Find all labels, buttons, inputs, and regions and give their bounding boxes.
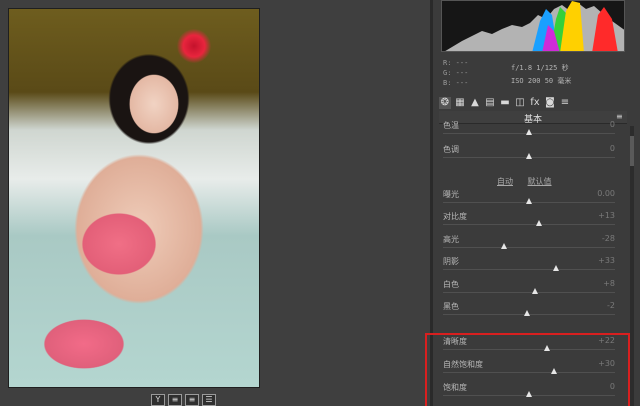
slider-value[interactable]: -28 (602, 234, 615, 243)
slider-label: 色温 (443, 121, 459, 130)
slider-track[interactable] (443, 292, 615, 293)
exposure-info: f/1.8 1/125 秒 (511, 64, 569, 72)
slider-shadows[interactable]: 阴影 +33 (443, 256, 615, 276)
auto-link[interactable]: 自动 (497, 177, 513, 186)
slider-knob[interactable] (523, 310, 530, 316)
scrollbar-thumb[interactable] (630, 136, 634, 166)
image-canvas[interactable]: Y ≡ ≡ ☰ (0, 0, 430, 406)
canvas-bottom-toolbar: Y ≡ ≡ ☰ (151, 394, 216, 406)
r-value: R: --- (443, 59, 469, 67)
slider-label: 曝光 (443, 190, 459, 199)
slider-knob[interactable] (535, 220, 542, 226)
panel-scrollbar[interactable] (630, 126, 634, 406)
photo-preview[interactable] (8, 8, 260, 388)
view-toggle-button[interactable]: Y (151, 394, 165, 406)
slider-highlights[interactable]: 高光 -28 (443, 234, 615, 254)
hsl-tab-icon[interactable]: ▤ (484, 97, 496, 109)
slider-temperature[interactable]: 色温 0 (443, 120, 615, 140)
slider-value[interactable]: 0 (610, 120, 615, 129)
camera-calibration-tab-icon[interactable]: ◙ (544, 97, 556, 109)
iso-info: ISO 200 50 毫米 (511, 77, 572, 85)
slider-blacks[interactable]: 黑色 -2 (443, 301, 615, 321)
slider-label: 色调 (443, 145, 459, 154)
default-link[interactable]: 默认值 (528, 177, 552, 186)
lens-tab-icon[interactable]: ◫ (514, 97, 526, 109)
slider-label: 白色 (443, 280, 459, 289)
highlight-box (425, 333, 630, 406)
slider-knob[interactable] (525, 129, 532, 135)
b-value: B: --- (443, 79, 469, 87)
slider-tint[interactable]: 色调 0 (443, 144, 615, 164)
effects-tab-icon[interactable]: fx (529, 97, 541, 109)
slider-track[interactable] (443, 247, 615, 248)
slider-knob[interactable] (501, 243, 508, 249)
slider-exposure[interactable]: 曝光 0.00 (443, 189, 615, 209)
compare-button[interactable]: ≡ (168, 394, 182, 406)
slider-value[interactable]: +33 (598, 256, 615, 265)
slider-value[interactable]: 0 (610, 144, 615, 153)
auto-default-links: 自动 默认值 (497, 176, 564, 187)
swap-button[interactable]: ≡ (185, 394, 199, 406)
slider-label: 高光 (443, 235, 459, 244)
slider-knob[interactable] (553, 265, 560, 271)
basic-tab-icon[interactable]: ❂ (439, 97, 451, 109)
slider-track[interactable] (443, 224, 615, 225)
slider-track[interactable] (443, 269, 615, 270)
g-value: G: --- (443, 69, 469, 77)
slider-value[interactable]: +13 (598, 211, 615, 220)
section-menu-icon[interactable]: ≡ (616, 113, 624, 121)
split-toning-tab-icon[interactable]: ▬ (499, 97, 511, 109)
slider-contrast[interactable]: 对比度 +13 (443, 211, 615, 231)
slider-label: 黑色 (443, 302, 459, 311)
tone-curve-tab-icon[interactable]: ▦ (454, 97, 466, 109)
slider-value[interactable]: +8 (603, 279, 615, 288)
panel-tabs: ❂ ▦ ▲ ▤ ▬ ◫ fx ◙ ≡ (439, 96, 627, 110)
slider-value[interactable]: 0.00 (597, 189, 615, 198)
slider-knob[interactable] (525, 198, 532, 204)
pixel-readout: R: --- G: --- B: --- f/1.8 1/125 秒 ISO 2… (443, 58, 623, 90)
detail-tab-icon[interactable]: ▲ (469, 97, 481, 109)
flower-detail (177, 29, 211, 63)
slider-knob[interactable] (525, 153, 532, 159)
settings-button[interactable]: ☰ (202, 394, 216, 406)
slider-label: 阴影 (443, 257, 459, 266)
histogram (441, 0, 625, 52)
slider-whites[interactable]: 白色 +8 (443, 279, 615, 299)
slider-value[interactable]: -2 (607, 301, 615, 310)
presets-tab-icon[interactable]: ≡ (559, 97, 571, 109)
slider-knob[interactable] (532, 288, 539, 294)
slider-label: 对比度 (443, 212, 467, 221)
